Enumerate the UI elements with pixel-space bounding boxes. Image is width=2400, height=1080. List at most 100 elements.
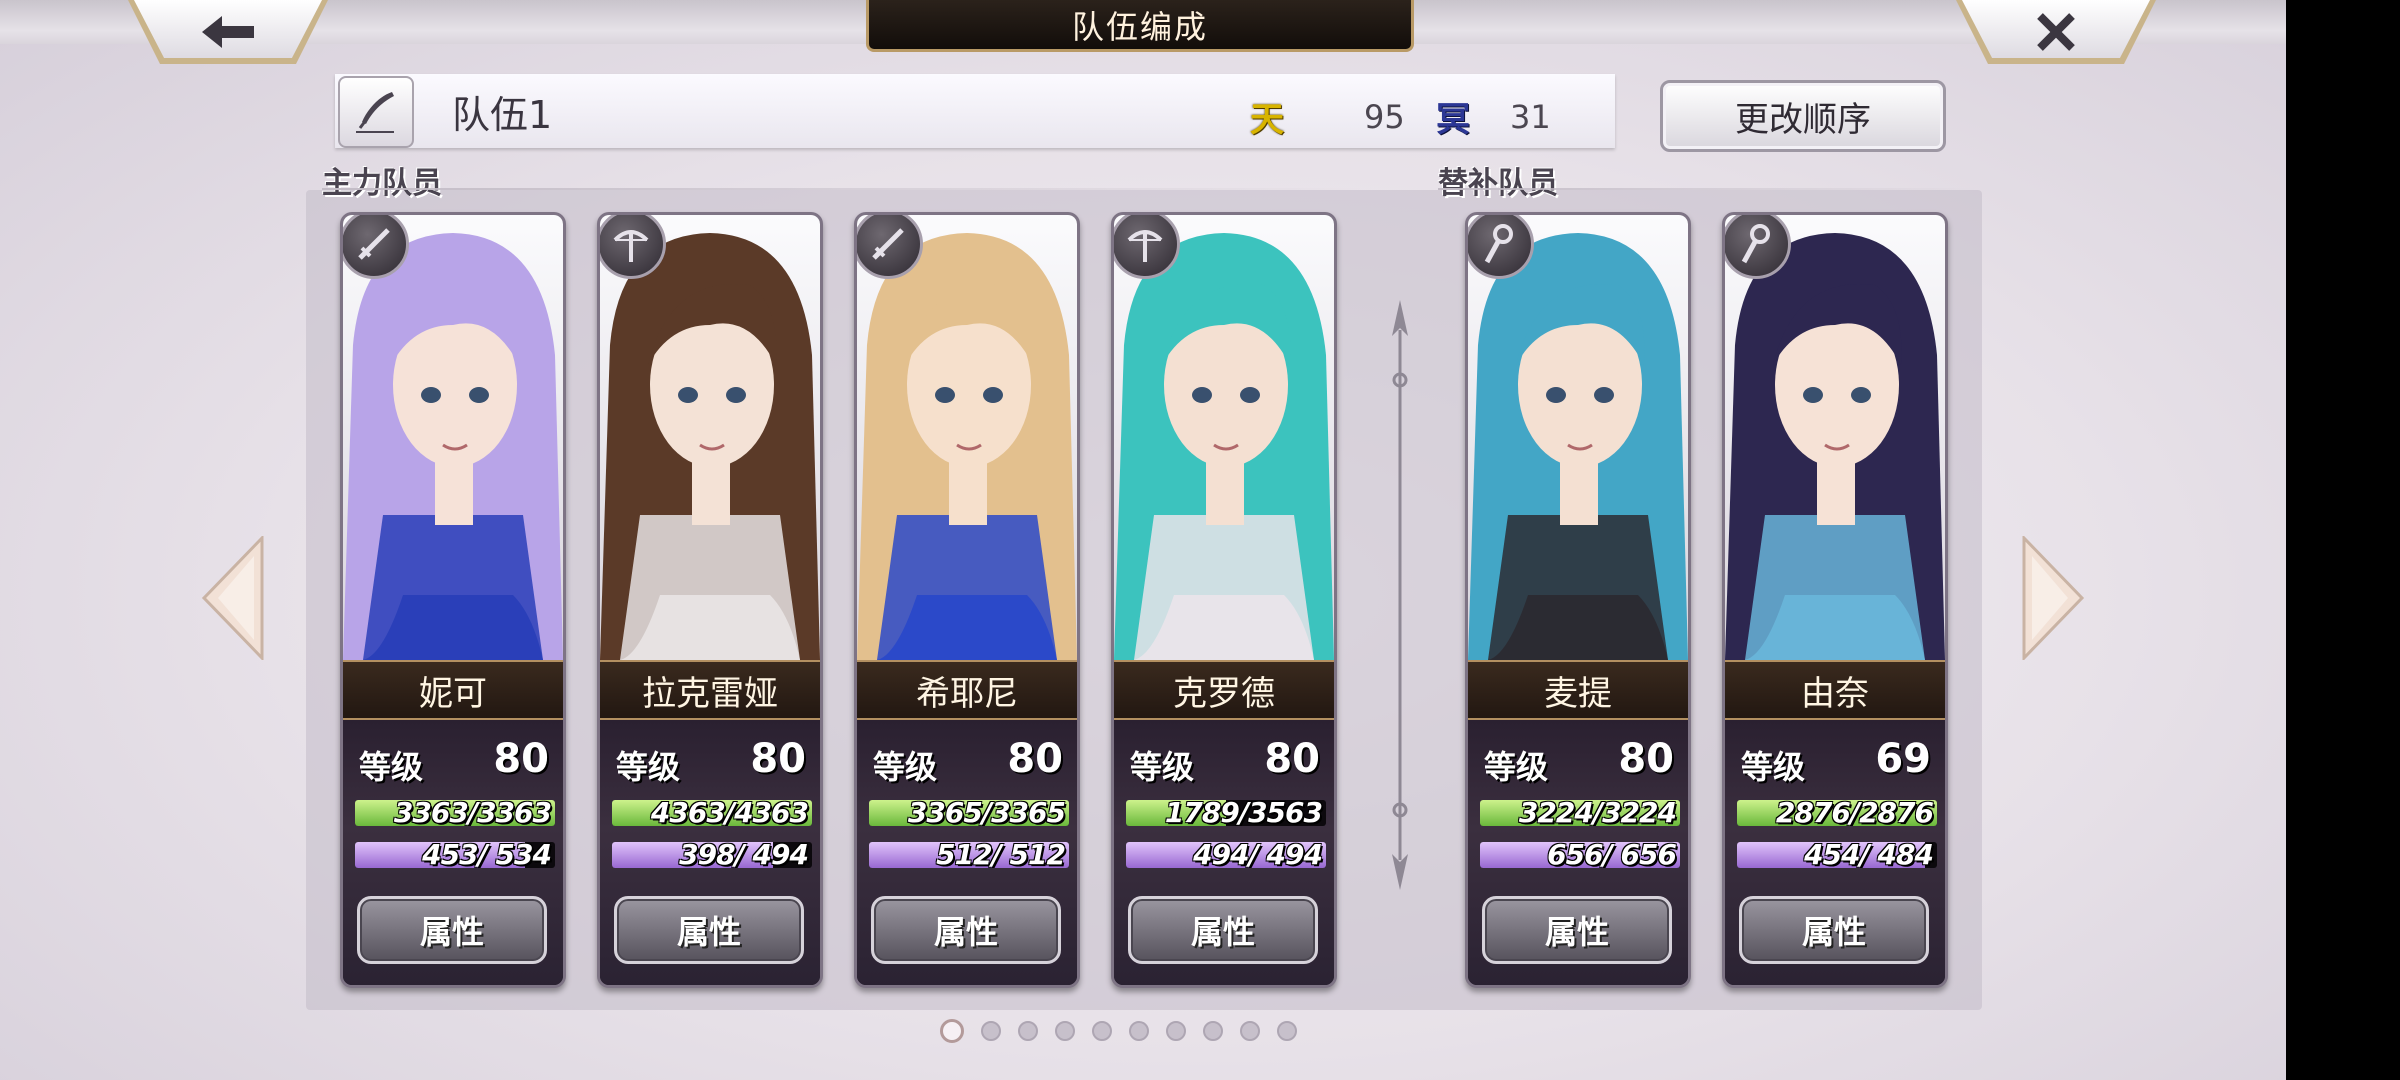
page-dot[interactable] [1129,1021,1149,1041]
member-stats: 等级 80 3224/3224 656/ 656 属性 [1468,720,1688,985]
mp-value: 454/ 484 [1804,842,1934,868]
member-card[interactable]: 拉克雷娅 等级 80 4363/4363 398/ 494 属性 [597,212,823,988]
page-dot[interactable] [1277,1021,1297,1041]
screen-edge [2286,0,2400,1080]
hp-value: 4363/4363 [650,800,809,826]
page-dot[interactable] [1166,1021,1186,1041]
page-dot[interactable] [1018,1021,1038,1041]
hp-value: 3363/3363 [393,800,552,826]
member-name: 麦提 [1544,673,1612,714]
team-name: 队伍1 [452,93,553,137]
member-name: 由奈 [1801,673,1869,714]
page-dot[interactable] [981,1021,1001,1041]
mp-value: 512/ 512 [936,842,1066,868]
level-value: 69 [1875,736,1931,782]
mp-bar: 454/ 484 [1737,842,1937,868]
heaven-icon: 天 [1250,100,1284,140]
member-stats: 等级 69 2876/2876 454/ 484 属性 [1725,720,1945,985]
mp-bar: 398/ 494 [612,842,812,868]
member-card[interactable]: 由奈 等级 69 2876/2876 454/ 484 属性 [1722,212,1948,988]
close-button[interactable] [1956,0,2156,64]
member-stats: 等级 80 3363/3363 453/ 534 属性 [343,720,563,985]
mp-bar: 494/ 494 [1126,842,1326,868]
page-dot[interactable] [940,1019,964,1043]
member-name: 克罗德 [1173,673,1275,714]
page-dot[interactable] [1203,1021,1223,1041]
member-name-band: 克罗德 [1114,660,1334,720]
attributes-button[interactable]: 属性 [614,896,804,964]
level-value: 80 [1264,736,1320,782]
attributes-button[interactable]: 属性 [357,896,547,964]
hp-bar: 2876/2876 [1737,800,1937,826]
feather-pen-icon [356,92,394,133]
main-section-divider [322,188,1362,190]
member-name-band: 拉克雷娅 [600,660,820,720]
mp-value: 453/ 534 [422,842,552,868]
hp-bar: 3363/3363 [355,800,555,826]
hp-value: 1789/3563 [1164,800,1323,826]
change-order-button[interactable]: 更改顺序 [1660,80,1946,152]
page-dot[interactable] [1055,1021,1075,1041]
member-name-band: 妮可 [343,660,563,720]
team-pagination [940,1018,1297,1044]
mp-value: 398/ 494 [679,842,809,868]
member-name: 希耶尼 [916,673,1018,714]
mp-value: 494/ 494 [1193,842,1323,868]
attributes-button[interactable]: 属性 [1739,896,1929,964]
page-dot[interactable] [1240,1021,1260,1041]
level-label: 等级 [1741,748,1806,786]
hp-bar: 3224/3224 [1480,800,1680,826]
level-value: 80 [1007,736,1063,782]
reserve-section-divider [1438,188,1978,190]
character-portrait[interactable] [1114,215,1334,660]
character-portrait[interactable] [1468,215,1688,660]
level-value: 80 [493,736,549,782]
hp-value: 3224/3224 [1518,800,1677,826]
prev-page-arrow-icon[interactable] [200,536,266,660]
member-card[interactable]: 妮可 等级 80 3363/3363 453/ 534 属性 [340,212,566,988]
attributes-button[interactable]: 属性 [1128,896,1318,964]
page-title-plate: 队伍编成 [866,0,1414,52]
member-name-band: 希耶尼 [857,660,1077,720]
left-arrow-icon [202,16,254,48]
mp-bar: 656/ 656 [1480,842,1680,868]
level-value: 80 [750,736,806,782]
attributes-button[interactable]: 属性 [871,896,1061,964]
member-name: 妮可 [419,673,487,714]
character-portrait[interactable] [1725,215,1945,660]
swap-divider [1392,300,1408,890]
member-name-band: 由奈 [1725,660,1945,720]
back-button[interactable] [128,0,328,64]
character-portrait[interactable] [343,215,563,660]
hp-bar: 4363/4363 [612,800,812,826]
hp-bar: 3365/3365 [869,800,1069,826]
nether-icon: 冥 [1436,100,1470,140]
member-stats: 等级 80 1789/3563 494/ 494 属性 [1114,720,1334,985]
edit-team-name-button[interactable] [338,76,414,148]
nether-value: 31 [1510,98,1551,136]
hp-value: 3365/3365 [907,800,1066,826]
mp-value: 656/ 656 [1547,842,1677,868]
page-dot[interactable] [1092,1021,1112,1041]
heaven-value: 95 [1364,98,1405,136]
member-stats: 等级 80 3365/3365 512/ 512 属性 [857,720,1077,985]
next-page-arrow-icon[interactable] [2020,536,2086,660]
level-label: 等级 [359,748,424,786]
member-card[interactable]: 麦提 等级 80 3224/3224 656/ 656 属性 [1465,212,1691,988]
hp-value: 2876/2876 [1775,800,1934,826]
mp-bar: 453/ 534 [355,842,555,868]
member-name: 拉克雷娅 [642,673,778,714]
mp-bar: 512/ 512 [869,842,1069,868]
character-portrait[interactable] [600,215,820,660]
member-card[interactable]: 克罗德 等级 80 1789/3563 494/ 494 属性 [1111,212,1337,988]
reserve-members-label: 替补队员 [1438,166,1558,201]
level-label: 等级 [1484,748,1549,786]
member-card[interactable]: 希耶尼 等级 80 3365/3365 512/ 512 属性 [854,212,1080,988]
member-name-band: 麦提 [1468,660,1688,720]
character-portrait[interactable] [857,215,1077,660]
close-x-icon [2037,13,2075,51]
main-members-label: 主力队员 [322,166,442,201]
attributes-button[interactable]: 属性 [1482,896,1672,964]
page-title: 队伍编成 [1071,7,1208,46]
member-stats: 等级 80 4363/4363 398/ 494 属性 [600,720,820,985]
